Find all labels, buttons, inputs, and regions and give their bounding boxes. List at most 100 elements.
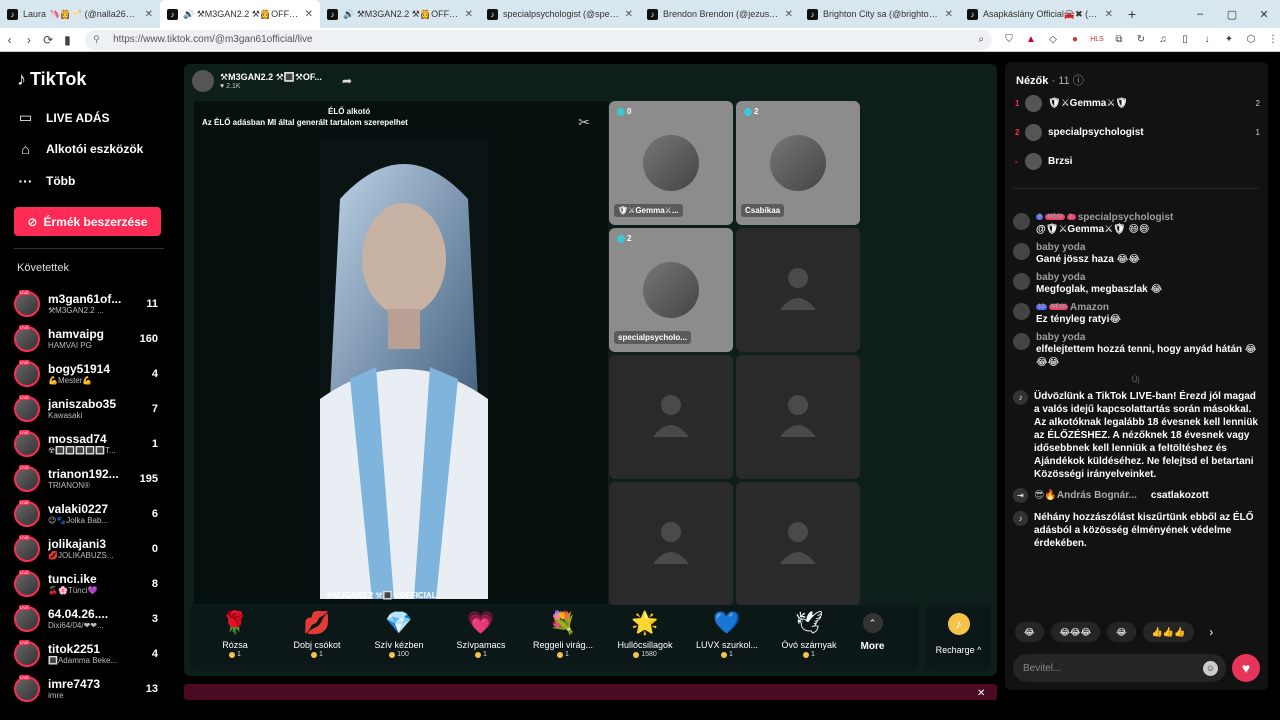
top-viewer-row[interactable]: 1 🛡⚔Gemma⚔🛡 2 — [1015, 92, 1260, 114]
nav-live[interactable]: ▭ LIVE ADÁS — [17, 109, 110, 126]
guest-slot[interactable]: 2 specialpsycholo... — [609, 228, 733, 352]
maximize-icon[interactable]: ▢ — [1216, 8, 1248, 21]
quick-reaction-button[interactable]: 😂 — [1015, 622, 1044, 642]
sparkle-icon[interactable]: ✦ — [1222, 33, 1236, 47]
like-heart-button[interactable]: ♥ — [1232, 654, 1260, 682]
site-info-icon[interactable]: ⚲ — [93, 34, 105, 45]
shield-outline-icon[interactable]: ◇ — [1046, 33, 1060, 47]
chat-message[interactable]: 9 MEGI 2. specialpsychologist @🛡⚔Gemma⚔🛡 😄😄 — [1013, 212, 1258, 236]
guest-slot[interactable]: 2 Csabikaa — [736, 101, 860, 225]
chat-username[interactable]: baby yoda — [1036, 242, 1258, 253]
emoji-icon[interactable]: ☺ — [1203, 660, 1218, 676]
close-tab-icon[interactable]: ✕ — [465, 9, 473, 20]
zoom-icon[interactable]: ⌕ — [978, 34, 984, 45]
recharge-button[interactable]: ♪ Recharge ^ — [926, 605, 991, 671]
get-coins-button[interactable]: ⊘ Érmék beszerzése — [14, 207, 161, 236]
empty-guest-slot[interactable] — [609, 355, 733, 479]
gift-item[interactable]: 💗 Szívpamacs 1 — [440, 605, 522, 658]
quick-reaction-button[interactable]: 😂😂😂 — [1050, 622, 1101, 642]
following-item[interactable]: LIVE mossad74 ☢🔳🔳🔳🔳🔳T... 1 — [14, 426, 164, 461]
close-tab-icon[interactable]: ✕ — [1105, 9, 1113, 20]
close-tab-icon[interactable]: ✕ — [625, 9, 633, 20]
menu-icon[interactable]: ⋮ — [1266, 33, 1280, 47]
close-tab-icon[interactable]: ✕ — [785, 9, 793, 20]
gift-item[interactable]: 💙 LUVX szurkol... 1 — [686, 605, 768, 658]
browser-tab[interactable]: ♪ 🔊 ⚒M3GAN2.2 ⚒👸OFFICIAL ✕ — [160, 0, 320, 28]
chat-message[interactable]: baby yoda elfelejtettem hozzá tenni, hogy… — [1013, 332, 1258, 369]
chat-username[interactable]: baby yoda — [1036, 332, 1258, 343]
top-viewer-row[interactable]: 2 specialpsychologist 1 — [1015, 121, 1260, 143]
close-tab-icon[interactable]: ✕ — [145, 9, 153, 20]
empty-guest-slot[interactable] — [736, 355, 860, 479]
media-icon[interactable]: ♫ — [1156, 33, 1170, 47]
info-icon[interactable]: ⓘ — [1073, 75, 1084, 87]
following-item[interactable]: LIVE hamvaipg HAMVAI PG 160 — [14, 321, 164, 356]
following-item[interactable]: LIVE jolikajani3 💋JOLIKABUZS... 0 — [14, 531, 164, 566]
new-tab-icon[interactable]: + — [1120, 6, 1144, 22]
browser-tab[interactable]: ♪ Laura 🦄👸🥂 (@nalla2635) ÉLŐ ad ✕ — [0, 0, 160, 28]
host-video[interactable]: ÉLŐ alkotó Az ÉLŐ adásban MI által gener… — [194, 101, 608, 604]
gift-item[interactable]: 💋 Dobj csókot 1 — [276, 605, 358, 658]
guest-slot[interactable]: 0 🛡⚔Gemma⚔... — [609, 101, 733, 225]
empty-guest-slot[interactable] — [736, 482, 860, 606]
vpn-icon[interactable]: ⬡ — [1244, 33, 1258, 47]
joined-user[interactable]: 😎🔥András Bognár... — [1034, 490, 1137, 501]
gift-item[interactable]: 🌹 Rózsa 1 — [194, 605, 276, 658]
url-field[interactable]: ⚲ https://www.tiktok.com/@m3gan61officia… — [85, 29, 992, 50]
reload-icon[interactable]: ⟳ — [39, 33, 58, 47]
top-viewer-row[interactable]: - Brzsi — [1015, 150, 1260, 172]
shield-icon[interactable]: ⛉ — [1002, 33, 1016, 47]
empty-guest-slot[interactable] — [736, 228, 860, 352]
following-item[interactable]: LIVE 64.04.26.... Dixi64/04/❤❤... 3 — [14, 601, 164, 636]
share-icon[interactable]: ➦ — [342, 74, 352, 88]
host-avatar[interactable] — [192, 70, 214, 92]
browser-tab[interactable]: ♪ Brighton City sa (@brighton.city) ÉL ✕ — [800, 0, 960, 28]
nav-more[interactable]: ··· Több — [17, 173, 76, 189]
chat-message[interactable]: 13 MEGI Amazon Ez tényleg ratyi😂 — [1013, 302, 1258, 326]
browser-tab[interactable]: ♪ Brendon Brendon (@jezusamegvalt ✕ — [640, 0, 800, 28]
chat-input[interactable]: Bevitel... ☺ — [1013, 654, 1226, 682]
tiktok-logo[interactable]: ♪ TikTok — [17, 69, 86, 90]
gift-item[interactable]: 💎 Szív kézben 100 — [358, 605, 440, 658]
browser-tab[interactable]: ♪ Asapkáslány Official🚘✖ (@theo ✕ — [960, 0, 1120, 28]
chat-username[interactable]: 9 MEGI 2. specialpsychologist — [1036, 212, 1258, 223]
puzzle-icon[interactable]: ⧉ — [1112, 33, 1126, 47]
forward-icon[interactable]: › — [19, 33, 38, 47]
gift-item[interactable]: 💐 Reggeli virág... 1 — [522, 605, 604, 658]
quick-reaction-button[interactable]: 👍👍👍 — [1142, 622, 1195, 642]
following-item[interactable]: LIVE bogy51914 💪Mester💪 4 — [14, 356, 164, 391]
promo-banner[interactable] — [184, 684, 997, 700]
minimize-icon[interactable]: – — [1184, 8, 1216, 20]
following-item[interactable]: LIVE valaki0227 😉🐾Jolka Bab... 6 — [14, 496, 164, 531]
chevron-right-icon[interactable]: › — [1209, 622, 1213, 642]
back-icon[interactable]: ‹ — [0, 33, 19, 47]
sidebar-icon[interactable]: ▯ — [1178, 33, 1192, 47]
gift-item[interactable]: 🕊 Óvó szárnyak 1 — [768, 605, 850, 658]
nav-creator-tools[interactable]: ⌂ Alkotói eszközök — [17, 141, 143, 157]
chat-username[interactable]: 13 MEGI Amazon — [1036, 302, 1258, 313]
close-tab-icon[interactable]: ✕ — [305, 9, 313, 20]
empty-guest-slot[interactable] — [609, 482, 733, 606]
host-name[interactable]: ⚒M3GAN2.2 ⚒🔳⚒OF... — [220, 72, 322, 83]
close-tab-icon[interactable]: ✕ — [945, 9, 953, 20]
following-item[interactable]: LIVE titok2251 🔳Adamma Beke... 4 — [14, 636, 164, 671]
bookmark-icon[interactable]: ▮ — [58, 33, 77, 47]
sync-icon[interactable]: ↻ — [1134, 33, 1148, 47]
following-item[interactable]: LIVE janiszabo35 Kawasaki 7 — [14, 391, 164, 426]
following-item[interactable]: LIVE m3gan61of... ⚒M3GAN2.2 ... 11 — [14, 286, 164, 321]
following-item[interactable]: LIVE trianon192... TRIANON® 195 — [14, 461, 164, 496]
hls-icon[interactable]: HLS — [1090, 33, 1104, 47]
more-gifts-button[interactable]: ⌃ More — [850, 605, 895, 652]
chat-message[interactable]: baby yoda Megfoglak, megbaszlak 😂 — [1013, 272, 1258, 296]
following-item[interactable]: LIVE imre7473 imre 13 — [14, 671, 164, 706]
browser-tab[interactable]: ♪ 🔊 ⚒M3GAN2.2 ⚒👸OFFICIAL ✕ — [320, 0, 480, 28]
triangle-icon[interactable]: ▲ — [1024, 33, 1038, 47]
close-icon[interactable]: ✕ — [977, 688, 985, 699]
chat-message[interactable]: baby yoda Gané jössz haza 😂😂 — [1013, 242, 1258, 266]
quick-reaction-button[interactable]: 😂 — [1107, 622, 1136, 642]
viewers-header[interactable]: Nézők · 11 ⓘ — [1016, 72, 1084, 88]
close-window-icon[interactable]: ✕ — [1248, 8, 1280, 21]
gift-item[interactable]: 🌟 Hullócsillagok 1580 — [604, 605, 686, 658]
following-item[interactable]: LIVE tunci.ike 🍒🌸Tünci💜 8 — [14, 566, 164, 601]
browser-tab[interactable]: ♪ specialpsychologist (@specialpsych ✕ — [480, 0, 640, 28]
